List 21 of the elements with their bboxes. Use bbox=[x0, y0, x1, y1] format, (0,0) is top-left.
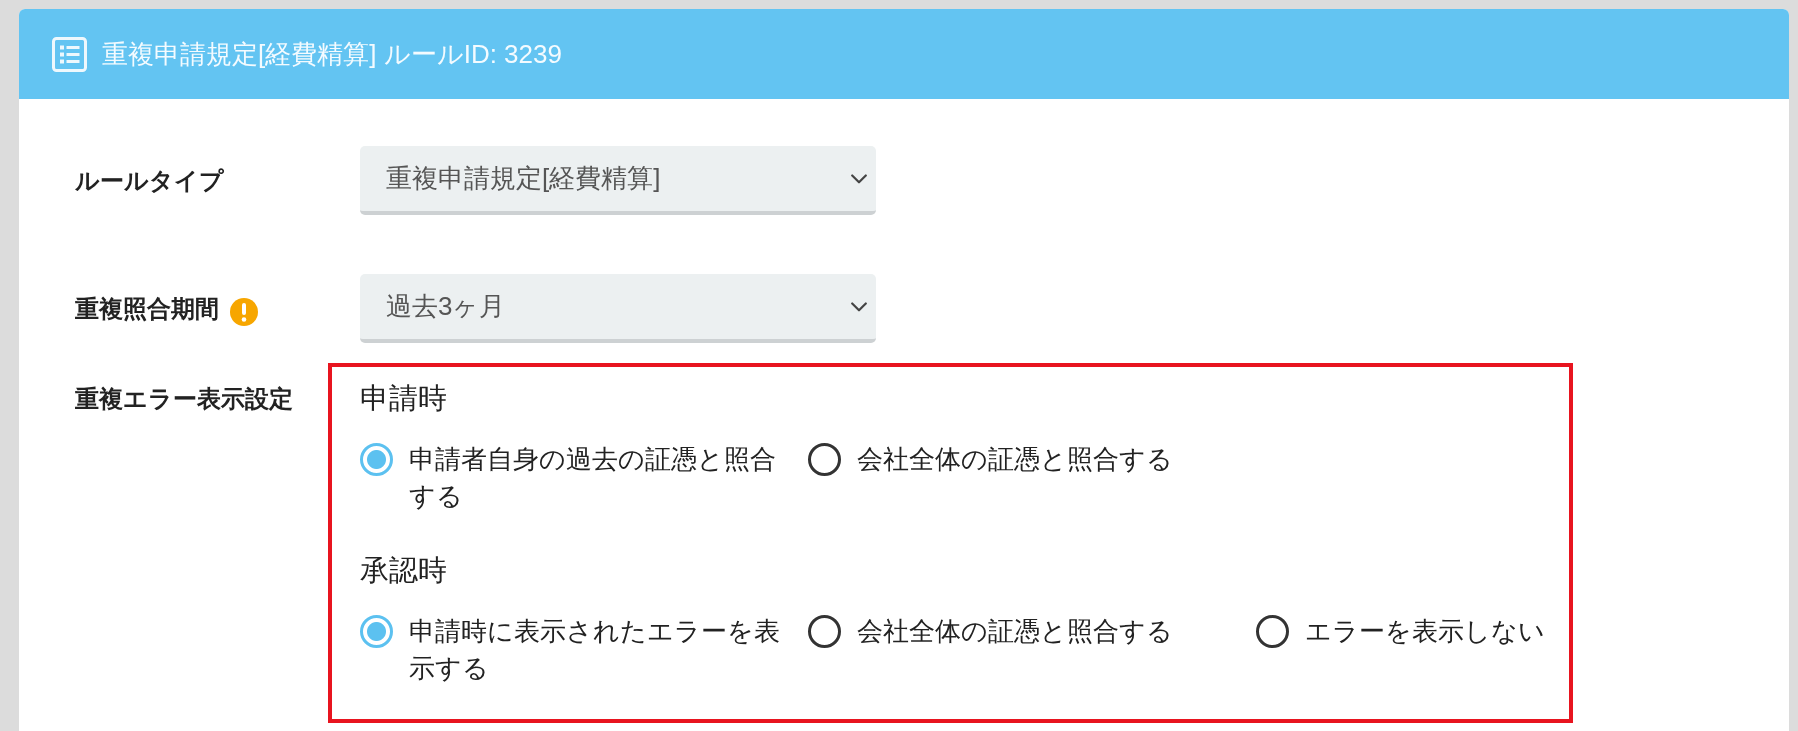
option-label: 申請者自身の過去の証憑と照合する bbox=[409, 443, 777, 513]
field-label: 重複照合期間 bbox=[75, 293, 219, 324]
option-label: エラーを表示しない bbox=[1305, 615, 1545, 648]
field-label: 重複エラー表示設定 bbox=[75, 384, 293, 414]
chevron-down-icon bbox=[851, 301, 867, 312]
panel-title: 重複申請規定[経費精算] ルールID: 3239 bbox=[102, 38, 562, 71]
option-label: 申請時に表示されたエラーを表示する bbox=[409, 615, 781, 685]
section-heading: 承認時 bbox=[360, 553, 447, 588]
radio-button[interactable] bbox=[808, 615, 841, 648]
dropdown-select[interactable]: 過去3ヶ月 bbox=[360, 274, 876, 343]
dropdown-select[interactable]: 重複申請規定[経費精算] bbox=[360, 146, 876, 215]
radio-button[interactable] bbox=[1256, 615, 1289, 648]
field-label: ルールタイプ bbox=[75, 165, 224, 196]
radio-button[interactable] bbox=[808, 443, 841, 476]
radio-button[interactable] bbox=[360, 615, 393, 648]
option-label: 会社全体の証憑と照合する bbox=[857, 615, 1173, 648]
list-icon bbox=[52, 36, 87, 72]
section-heading: 申請時 bbox=[360, 381, 447, 416]
chevron-down-icon bbox=[851, 173, 867, 184]
radio-button[interactable] bbox=[360, 443, 393, 476]
option-label: 会社全体の証憑と照合する bbox=[857, 443, 1173, 476]
